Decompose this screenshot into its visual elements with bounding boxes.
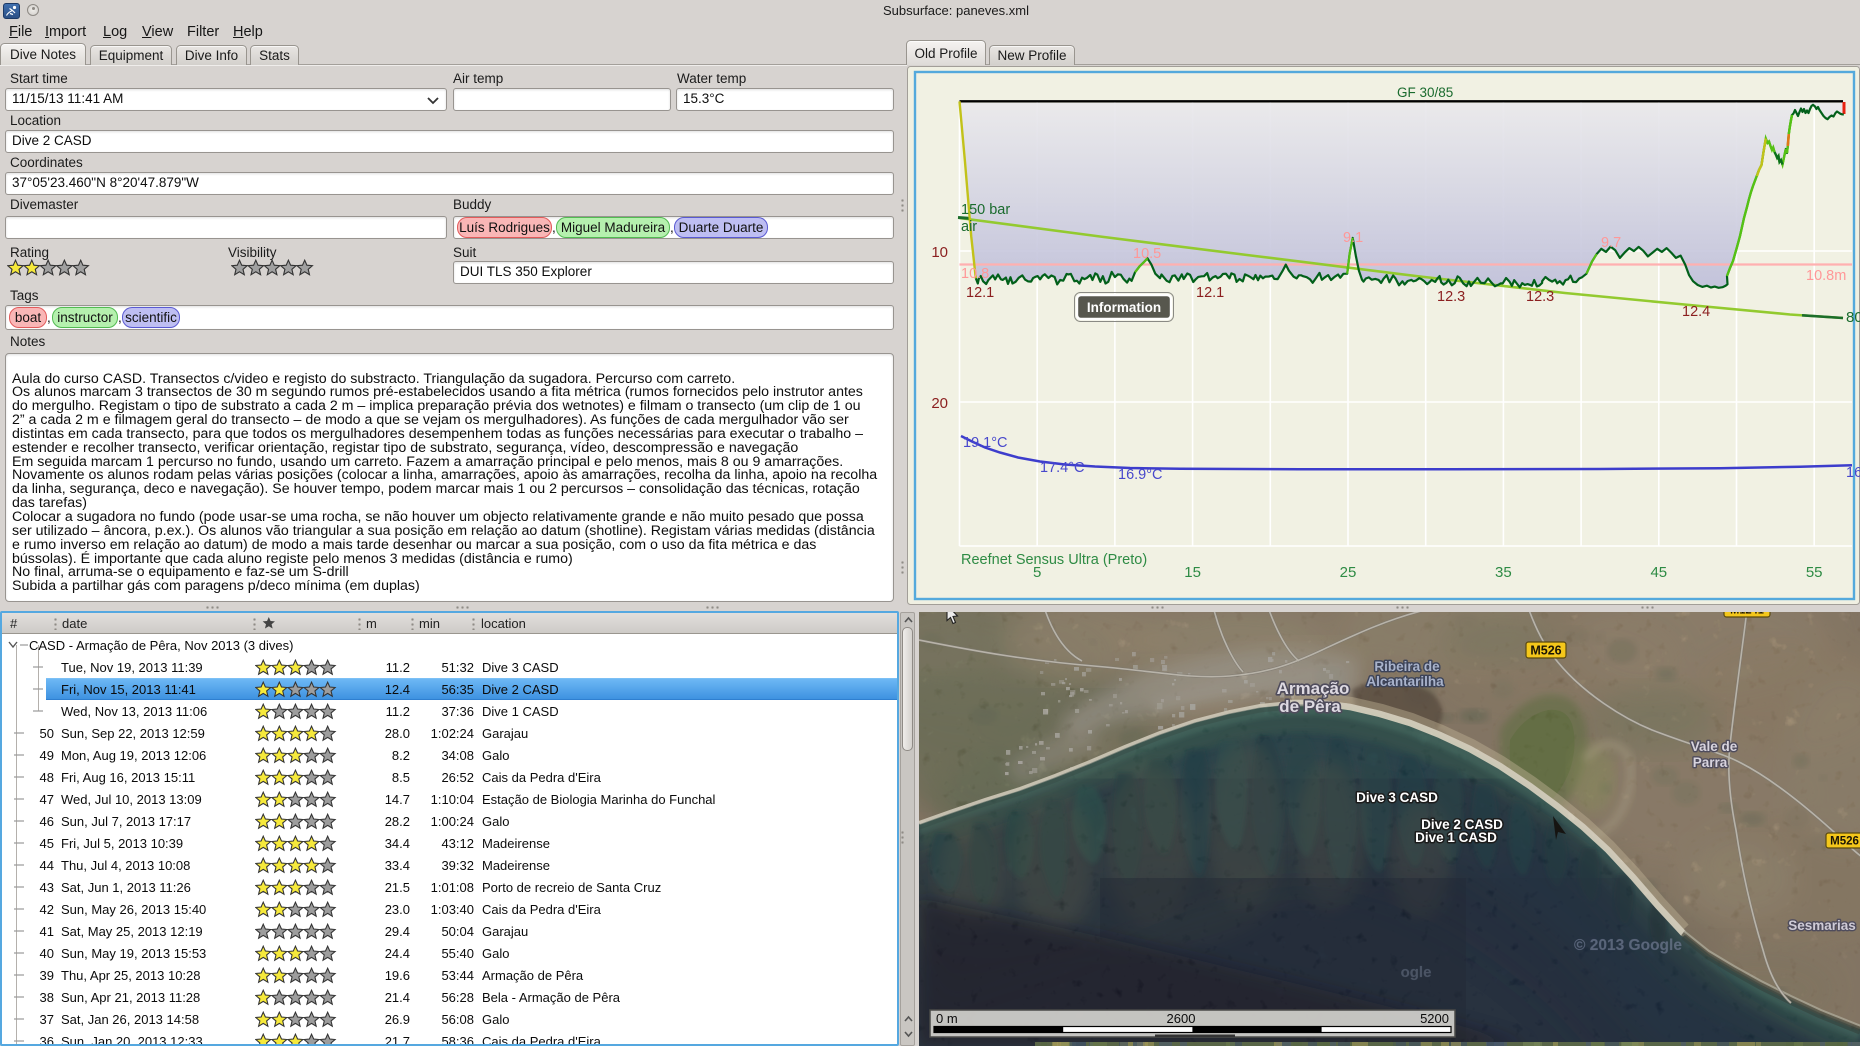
- svg-text:Ribeira de: Ribeira de: [1374, 659, 1440, 674]
- svg-text:Reefnet Sensus Ultra (Preto): Reefnet Sensus Ultra (Preto): [961, 552, 1147, 568]
- svg-text:55: 55: [1806, 564, 1823, 581]
- svg-text:de Pêra: de Pêra: [1279, 697, 1341, 716]
- svg-text:M1241: M1241: [1730, 612, 1764, 617]
- svg-text:9.7: 9.7: [1601, 235, 1621, 251]
- svg-text:9.1: 9.1: [1343, 230, 1363, 246]
- svg-text:5200: 5200: [1420, 1011, 1449, 1026]
- svg-text:Vale de: Vale de: [1691, 739, 1738, 754]
- svg-text:35: 35: [1495, 564, 1512, 581]
- svg-text:20: 20: [931, 395, 948, 412]
- svg-text:© 2013 Google: © 2013 Google: [1574, 937, 1682, 954]
- svg-text:Sesmarias: Sesmarias: [1788, 918, 1856, 933]
- svg-text:12.1: 12.1: [1196, 285, 1224, 301]
- svg-text:15: 15: [1184, 564, 1201, 581]
- svg-text:12.1: 12.1: [966, 285, 994, 301]
- svg-text:0 m: 0 m: [936, 1011, 958, 1026]
- svg-text:10.8: 10.8: [961, 266, 989, 282]
- svg-text:10: 10: [931, 244, 948, 261]
- svg-text:10.8m: 10.8m: [1806, 268, 1846, 284]
- svg-text:Dive 3 CASD: Dive 3 CASD: [1356, 790, 1438, 805]
- svg-text:air: air: [961, 219, 977, 235]
- svg-text:Information: Information: [1087, 300, 1161, 315]
- svg-text:M526: M526: [1530, 644, 1561, 658]
- svg-text:M526: M526: [1830, 836, 1859, 848]
- svg-text:25: 25: [1340, 564, 1357, 581]
- svg-text:45: 45: [1650, 564, 1667, 581]
- svg-text:12.4: 12.4: [1682, 304, 1710, 320]
- svg-text:Armação: Armação: [1277, 679, 1350, 698]
- svg-text:16: 16: [1846, 465, 1860, 481]
- svg-text:80: 80: [1846, 309, 1860, 326]
- svg-text:Dive 1 CASD: Dive 1 CASD: [1415, 830, 1497, 845]
- svg-text:16.9°C: 16.9°C: [1118, 467, 1163, 483]
- svg-text:12.3: 12.3: [1437, 289, 1465, 305]
- svg-text:Parra: Parra: [1693, 755, 1728, 770]
- svg-text:2600: 2600: [1167, 1011, 1196, 1026]
- svg-text:12.3: 12.3: [1526, 289, 1554, 305]
- svg-text:Alcantarilha: Alcantarilha: [1366, 674, 1444, 689]
- svg-text:GF 30/85: GF 30/85: [1397, 85, 1453, 100]
- svg-text:ogle: ogle: [1401, 964, 1432, 981]
- svg-text:10.5: 10.5: [1133, 246, 1161, 262]
- svg-text:17.4°C: 17.4°C: [1040, 460, 1085, 476]
- svg-text:150 bar: 150 bar: [961, 202, 1010, 218]
- svg-text:19.1°C: 19.1°C: [963, 435, 1008, 451]
